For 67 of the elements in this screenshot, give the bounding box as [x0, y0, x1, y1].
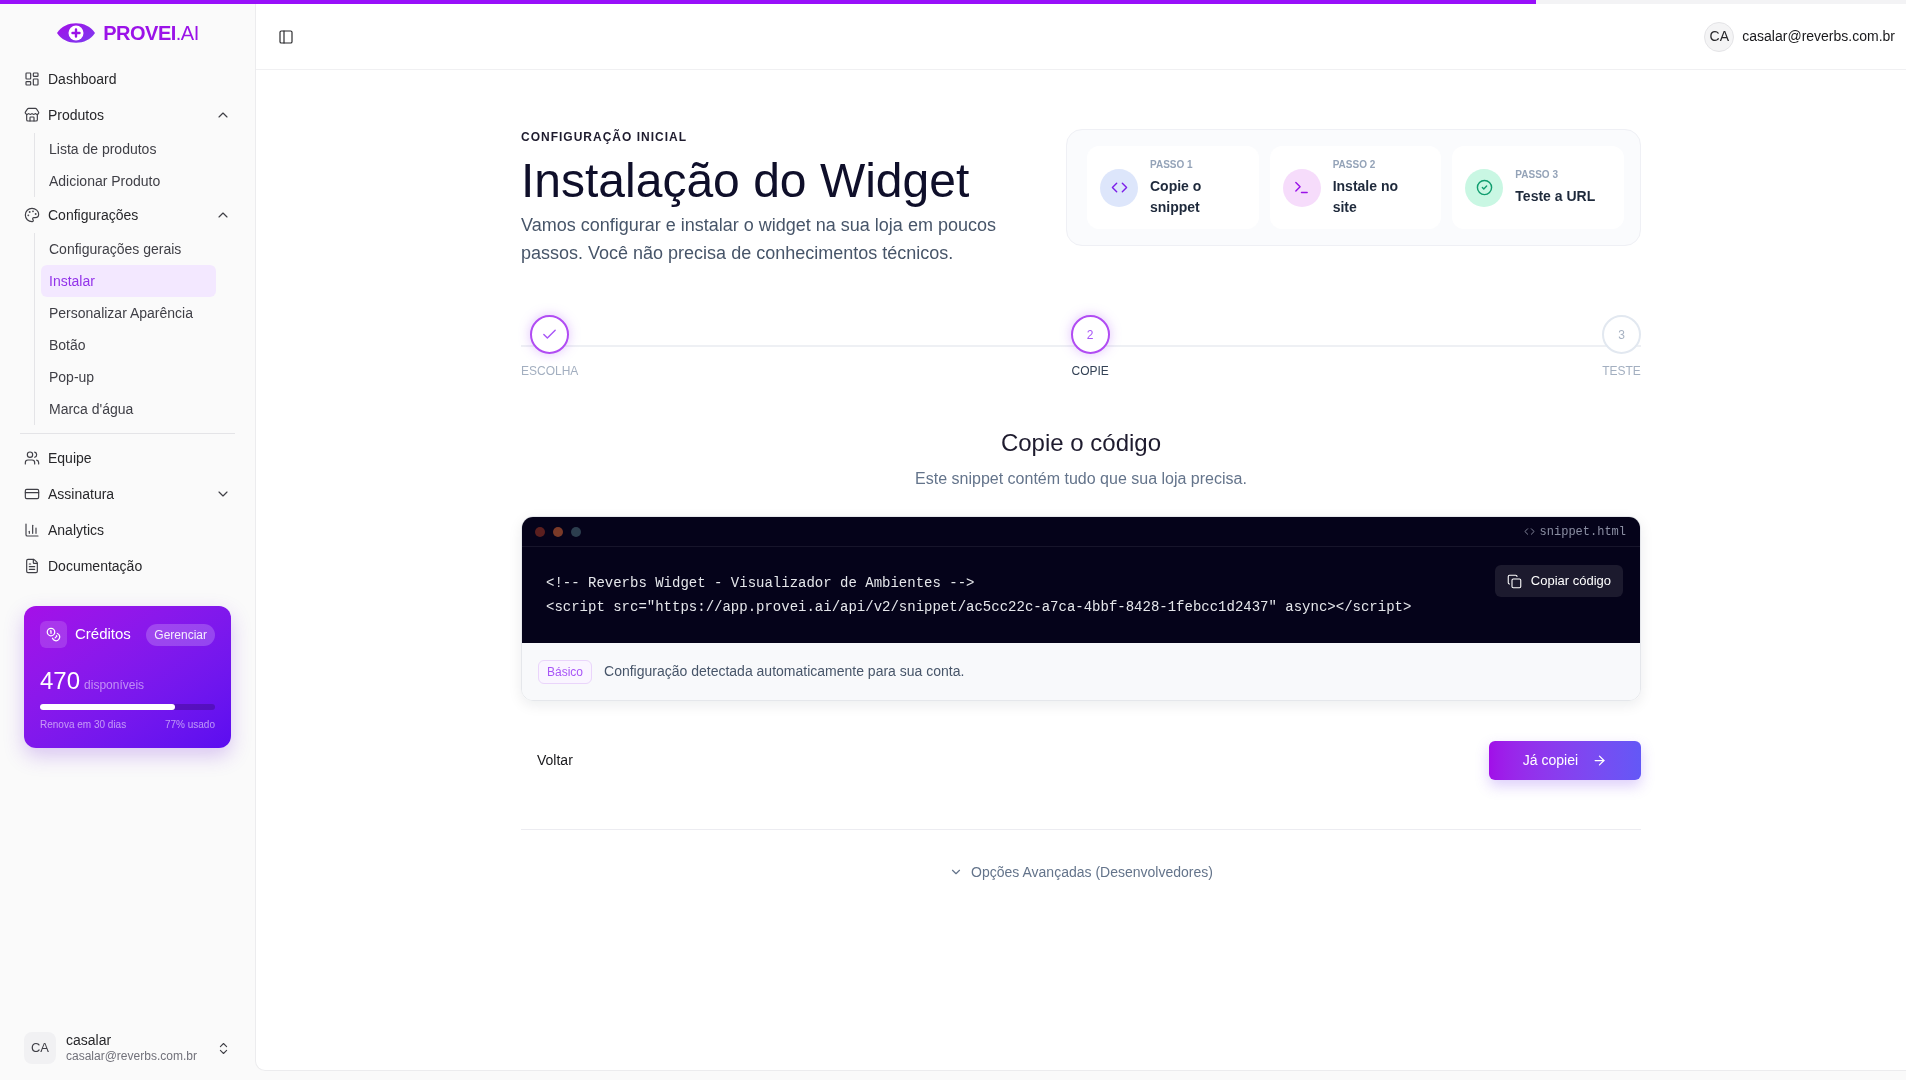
back-button[interactable]: Voltar	[521, 741, 589, 780]
page-description: Vamos configurar e instalar o widget na sua loja em poucos passos. Você não precisa de conhecimentos técnicos.	[521, 214, 997, 265]
page-title: Instalação do Widget	[521, 154, 971, 208]
sidebar-item[interactable]: Dashboard	[20, 61, 235, 97]
manage-credits-button[interactable]: Gerenciar	[146, 623, 215, 646]
step-label: TESTE	[1602, 364, 1641, 378]
sidebar-subitem[interactable]: Botão	[41, 329, 216, 361]
sidebar-subitem[interactable]: Marca d'água	[41, 393, 216, 425]
step-title: Instale no site	[1332, 176, 1400, 217]
user-email: casalar@reverbs.com.br	[1742, 27, 1895, 46]
copy-icon	[1506, 573, 1522, 589]
grid-icon	[24, 71, 40, 87]
code-line: <!-- Reverbs Widget - Visualizador de Ambientes -->	[546, 574, 976, 593]
credits-renewal: Renova em 30 dias	[40, 718, 127, 732]
sidebar-item[interactable]: Analytics	[20, 512, 235, 548]
code-line: <script src="https://app.provei.ai/api/v2/snippet/ac5cc22c-a7ca-4bbf-8428-1febcc1d2437" async></script>	[546, 598, 1412, 617]
window-controls-icon	[535, 526, 581, 537]
sidebar-item[interactable]: Assinatura	[20, 476, 235, 512]
sidebar-subitem[interactable]: Configurações gerais	[41, 233, 216, 265]
copy-code-button[interactable]: Copiar código	[1494, 565, 1623, 597]
sidebar-item[interactable]: Documentação	[20, 548, 235, 584]
step-number: 2	[1070, 315, 1110, 354]
step-label: ESCOLHA	[521, 364, 579, 378]
code-icon	[1523, 526, 1535, 537]
next-button[interactable]: Já copiei	[1489, 741, 1641, 780]
bar-chart-icon	[24, 522, 40, 538]
credits-title: Créditos	[75, 624, 132, 645]
credits-amount: 470	[40, 667, 81, 695]
step-number: 3	[1602, 315, 1641, 354]
users-icon	[24, 450, 40, 466]
user-avatar[interactable]: CA	[1704, 21, 1735, 52]
section-subtitle: Este snippet contém tudo que sua loja precisa.	[914, 469, 1248, 489]
plan-tag: Básico	[538, 659, 593, 684]
advanced-options-toggle[interactable]: Opções Avançadas (Desenvolvedores)	[949, 860, 1213, 884]
credits-usage: 77% usado	[164, 718, 215, 732]
step-label: COPIE	[1071, 364, 1109, 378]
file-name: snippet.html	[1539, 523, 1626, 541]
sidebar-subitem[interactable]: Personalizar Aparência	[41, 297, 216, 329]
palette-icon	[24, 207, 40, 223]
user-avatar: CA	[24, 1032, 56, 1064]
arrow-right-icon	[1592, 753, 1608, 768]
step-number-label: PASSO 2	[1332, 157, 1377, 172]
sidebar-subitem[interactable]: Lista de produtos	[41, 133, 216, 165]
document-icon	[24, 558, 40, 574]
sidebar-subitem[interactable]: Instalar	[41, 265, 216, 297]
step-number-label: PASSO 1	[1150, 157, 1194, 172]
terminal-icon	[1282, 168, 1321, 207]
user-name: casalar	[66, 1032, 113, 1049]
sidebar-item[interactable]: Produtos	[20, 97, 235, 133]
snippet-note: Configuração detectada automaticamente para sua conta.	[604, 662, 965, 681]
sidebar-subitem[interactable]: Adicionar Produto	[41, 165, 216, 197]
credit-card-icon	[24, 486, 40, 502]
sidebar-item[interactable]: Configurações	[20, 197, 235, 233]
panel-left-icon	[278, 28, 294, 45]
sidebar-subitem[interactable]: Pop-up	[41, 361, 216, 393]
credits-unit: disponíveis	[84, 677, 145, 694]
store-icon	[24, 107, 40, 123]
user-email: casalar@reverbs.com.br	[66, 1049, 198, 1064]
eyebrow-label: CONFIGURAÇÃO INICIAL	[521, 129, 688, 145]
step-title: Teste a URL	[1515, 187, 1597, 206]
step-title: Copie o snippet	[1150, 176, 1203, 217]
step-number-label: PASSO 3	[1515, 168, 1559, 182]
coins-icon	[40, 621, 67, 648]
section-title: Copie o código	[999, 429, 1163, 457]
logo-text: PROVEI.AI	[103, 20, 199, 45]
code-icon	[1100, 168, 1138, 207]
sidebar-item[interactable]: Equipe	[20, 440, 235, 476]
